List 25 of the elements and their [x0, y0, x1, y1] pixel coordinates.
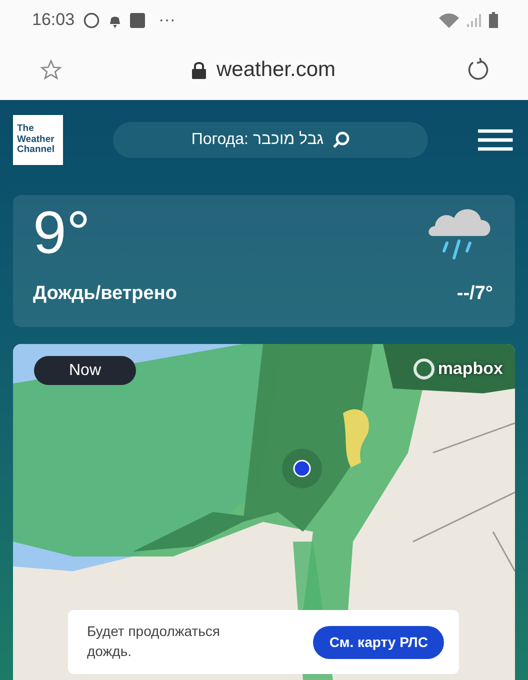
radar-map-button[interactable]: См. карту РЛС: [313, 626, 444, 658]
clock: 16:03: [32, 10, 75, 30]
url-text[interactable]: weather.com: [216, 58, 336, 82]
temperature: 9°: [33, 203, 90, 263]
condition-text: Дождь/ветрено: [33, 283, 177, 305]
menu-icon[interactable]: [478, 129, 513, 151]
search-field[interactable]: Погода: גבל מוכבר: [112, 122, 428, 158]
high-low-temperature: --/7°: [456, 283, 493, 305]
time-label: Now: [34, 356, 136, 385]
more-notifications: ···: [158, 10, 176, 30]
logo[interactable]: The Weather Channel: [13, 115, 63, 165]
logo-text: The: [17, 124, 35, 135]
wifi-icon: [439, 12, 459, 28]
battery-icon: [489, 12, 498, 28]
forecast-message: Будет продолжаться дождь.: [87, 622, 221, 661]
signal-icon: [467, 13, 481, 27]
map-attribution: mapbox: [438, 359, 503, 379]
logo-text: Weather: [17, 134, 56, 145]
logo-text: Channel: [17, 145, 56, 156]
reload-icon[interactable]: [466, 58, 490, 82]
mapbox-logo-icon: [412, 358, 435, 380]
search-icon: [332, 131, 350, 149]
star-icon[interactable]: [40, 59, 62, 81]
lock-icon: [192, 62, 206, 78]
radar-map[interactable]: Now mapbox Будет продолжаться дождь. См. карту РЛС: [13, 344, 515, 680]
